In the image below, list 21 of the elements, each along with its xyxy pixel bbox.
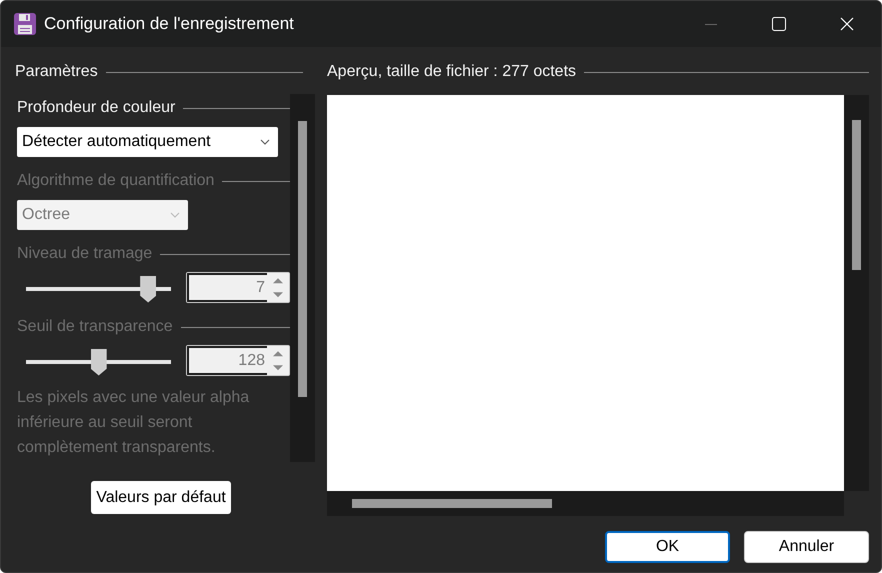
help-text: Les pixels avec une valeur alpha inférieure au seuil seront complètement transparents. xyxy=(17,388,250,458)
dialog-button[interactable]: OK xyxy=(605,531,730,563)
section-label: Profondeur de couleur xyxy=(17,98,176,118)
section-label: Seuil de transparence xyxy=(17,317,173,337)
scrollbar[interactable] xyxy=(844,95,869,491)
close-icon[interactable] xyxy=(840,17,854,31)
scrollbar[interactable] xyxy=(327,491,844,516)
chevron-down-icon xyxy=(260,139,270,145)
slider[interactable] xyxy=(26,348,172,372)
window-title: Configuration de l'enregistrement xyxy=(44,13,294,36)
maximize-icon[interactable] xyxy=(772,17,786,31)
slider[interactable] xyxy=(26,276,172,300)
scrollbar[interactable] xyxy=(290,94,315,462)
chevron-down-icon xyxy=(170,212,180,218)
dropdown[interactable]: Détecter automatiquement xyxy=(17,127,278,157)
section-label: Algorithme de quantification xyxy=(17,171,214,191)
section-label: Niveau de tramage xyxy=(17,244,152,264)
group-title: Paramètres xyxy=(15,62,98,82)
dialog-button[interactable]: Annuler xyxy=(744,531,869,563)
preview-title: Aperçu, taille de fichier : 277 octets xyxy=(327,62,576,82)
reset-button[interactable]: Valeurs par défaut xyxy=(91,481,231,514)
